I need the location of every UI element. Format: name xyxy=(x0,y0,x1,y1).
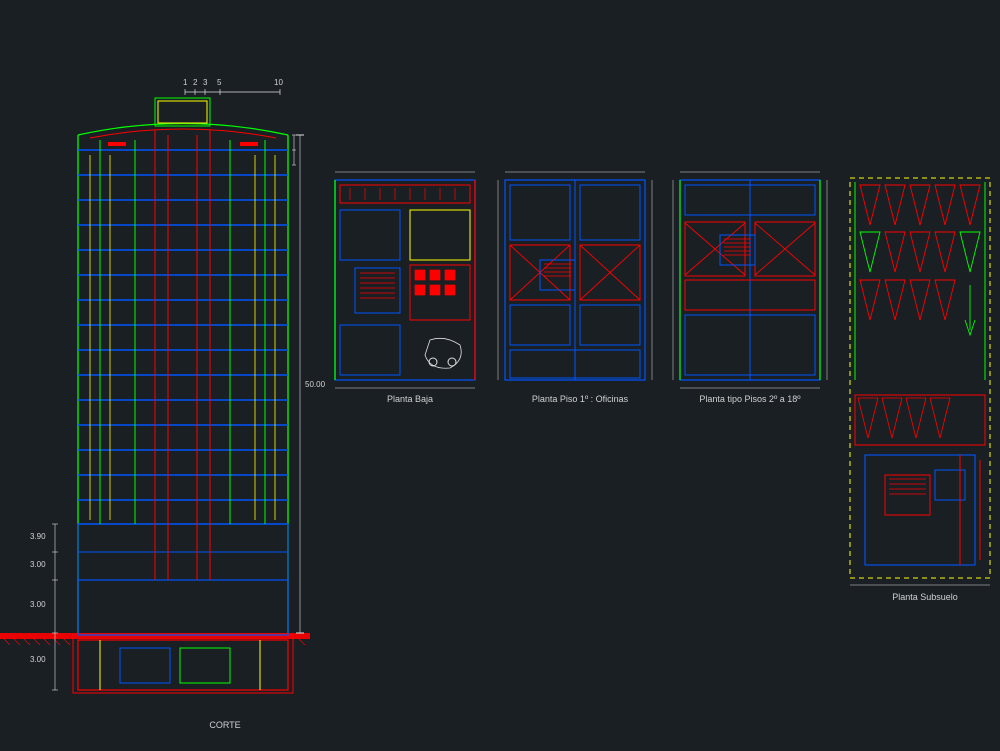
plan-first-title: Planta Piso 1º : Oficinas xyxy=(510,394,650,404)
plan-basement xyxy=(850,178,990,585)
plan-typical xyxy=(673,172,827,388)
plan-typical-title: Planta tipo Pisos 2º a 18º xyxy=(680,394,820,404)
left-dim-2: 3.00 xyxy=(30,600,46,609)
scale-tick-5: 5 xyxy=(217,78,221,87)
scale-tick-10: 10 xyxy=(274,78,283,87)
plan-ground xyxy=(335,172,475,388)
plan-first xyxy=(498,172,652,380)
section-drawing xyxy=(0,89,310,693)
scale-tick-2: 2 xyxy=(193,78,197,87)
scale-tick-3: 3 xyxy=(203,78,207,87)
left-dim-0: 3.90 xyxy=(30,532,46,541)
plan-ground-title: Planta Baja xyxy=(370,394,450,404)
left-dim-1: 3.00 xyxy=(30,560,46,569)
drawing-svg xyxy=(0,0,1000,751)
cad-canvas[interactable]: CORTE 50.00 1 2 3 5 10 3.90 3.00 3.00 3.… xyxy=(0,0,1000,751)
left-dim-3: 3.00 xyxy=(30,655,46,664)
section-title: CORTE xyxy=(195,720,255,730)
plan-basement-title: Planta Subsuelo xyxy=(870,592,980,602)
height-dim: 50.00 xyxy=(305,380,325,389)
scale-tick-1: 1 xyxy=(183,78,187,87)
